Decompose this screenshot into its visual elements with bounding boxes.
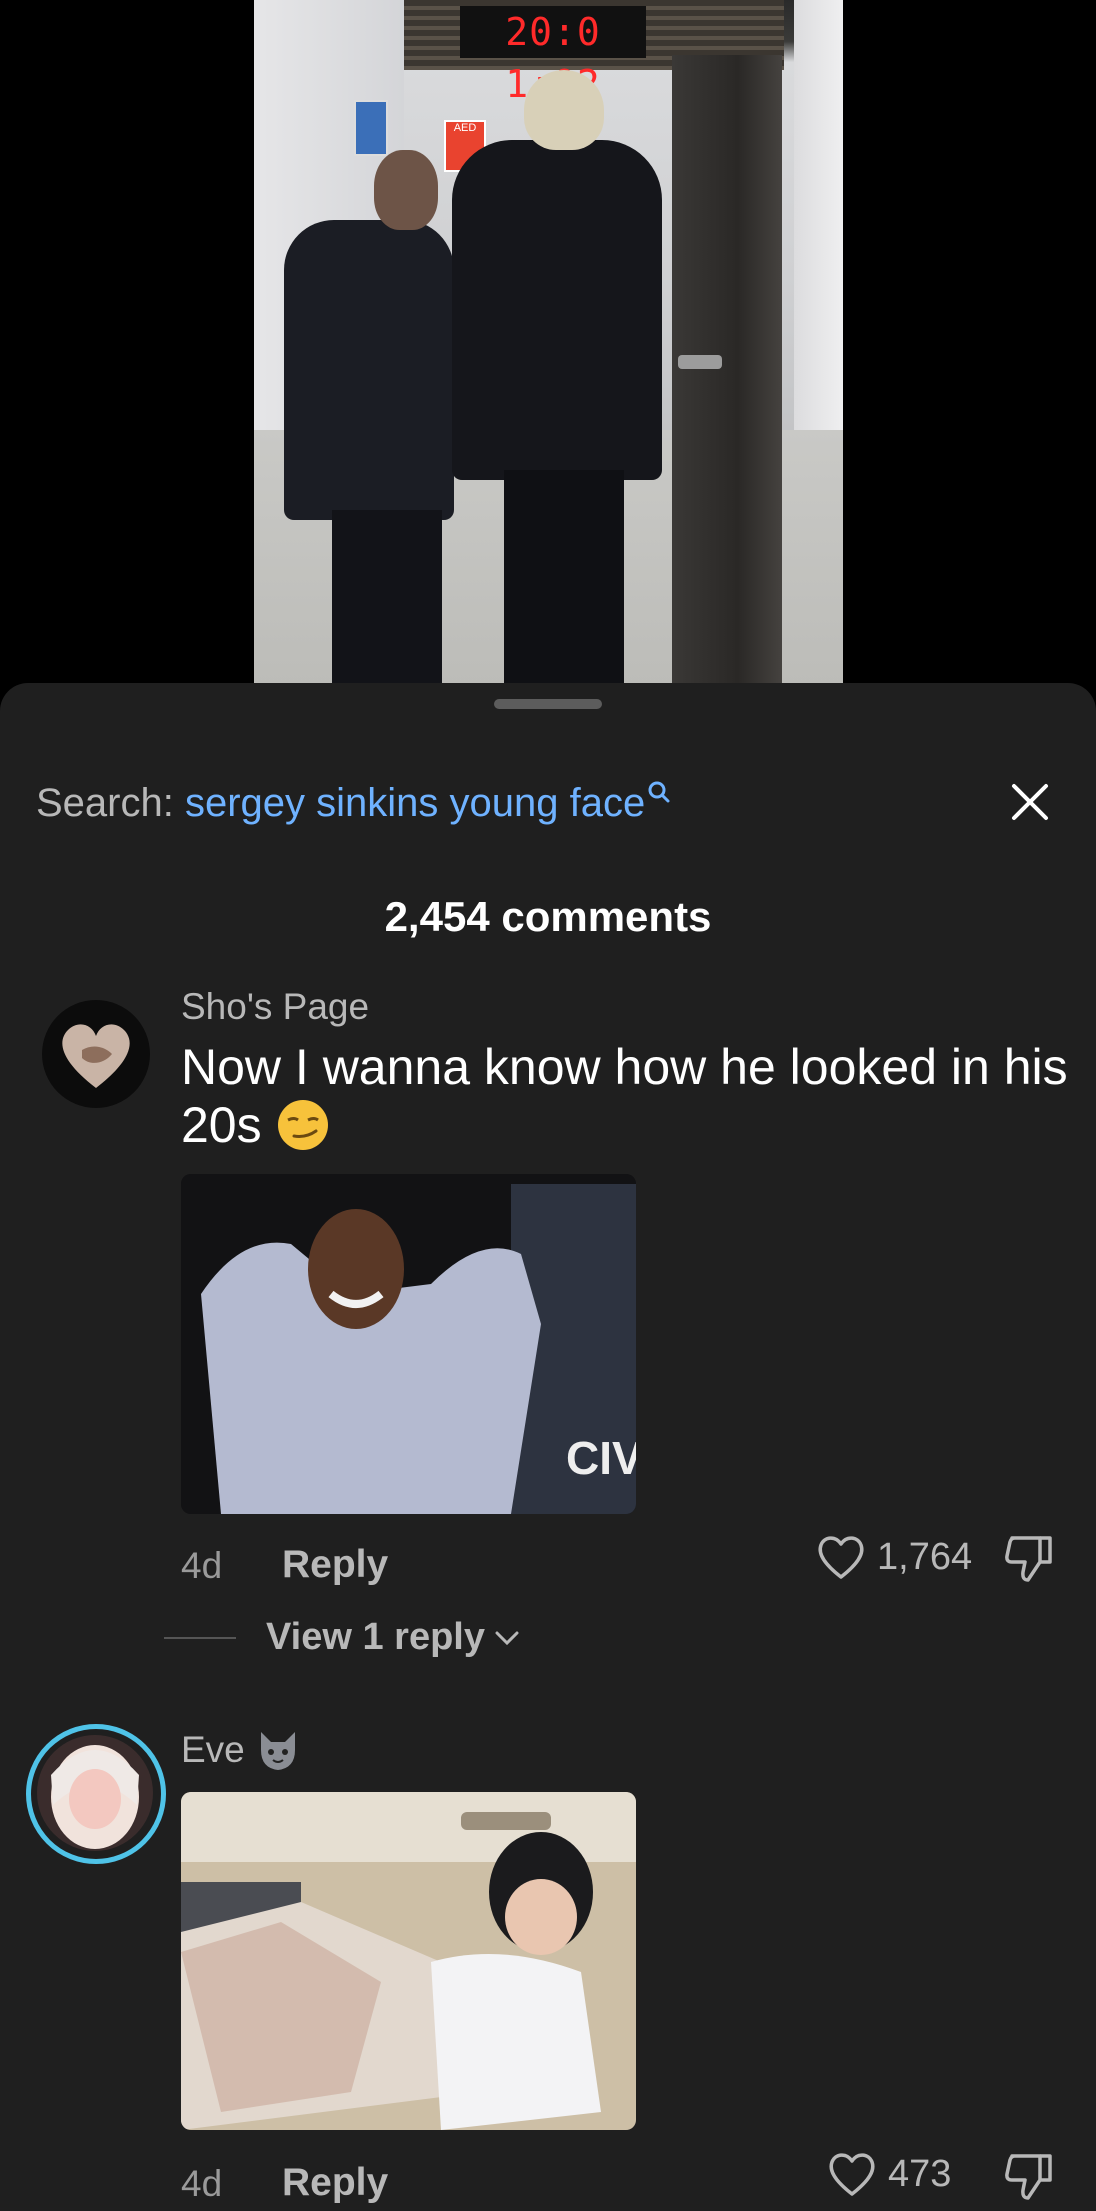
search-term-link[interactable]: sergey sinkins young face <box>185 781 645 825</box>
comment-author: Eve <box>181 1729 245 1770</box>
comments-count-title: 2,454 comments <box>384 893 712 940</box>
avatar-image <box>37 1735 153 1851</box>
person-left-legs <box>332 510 442 690</box>
comment-age: 4d <box>181 2163 223 2204</box>
gif-image <box>181 1792 636 2130</box>
comment-text: Now I wanna know how he looked in his 20… <box>181 1038 1081 1154</box>
comment-gif[interactable] <box>181 1792 636 2130</box>
person-right-head <box>524 70 604 150</box>
close-icon[interactable] <box>1004 776 1056 828</box>
thumbs-down-icon[interactable] <box>1002 2148 1058 2204</box>
smirk-emoji-icon <box>277 1100 328 1150</box>
video-door-handle <box>678 355 722 369</box>
comment-author-row[interactable]: Eve <box>181 1728 301 1772</box>
search-prefix: Search: <box>36 781 174 825</box>
reply-button[interactable]: Reply <box>282 2161 388 2205</box>
video-door <box>672 55 782 685</box>
like-count: 1,764 <box>877 1535 973 1578</box>
video-player[interactable]: AED 20:0 1:02 <box>254 0 843 690</box>
person-left-head <box>374 150 438 230</box>
comment-avatar-shos-page[interactable] <box>42 1000 150 1108</box>
sheet-drag-handle[interactable] <box>494 699 602 709</box>
wolf-emoji-icon <box>260 1732 295 1770</box>
like-button[interactable]: 1,764 <box>815 1529 972 1585</box>
like-count: 473 <box>888 2152 952 2195</box>
person-right-body <box>452 140 662 480</box>
heart-icon <box>818 1536 864 1579</box>
comment-avatar-eve[interactable] <box>26 1724 166 1864</box>
view-replies-button[interactable]: View 1 reply <box>164 1616 521 1659</box>
video-wall-sign <box>354 100 388 156</box>
replies-divider-line <box>164 1636 236 1639</box>
reply-button[interactable]: Reply <box>282 1543 388 1587</box>
gif-image: CIV <box>181 1174 636 1514</box>
person-right-legs <box>504 470 624 690</box>
avatar-heart-image <box>62 1024 130 1088</box>
comment-gif[interactable]: CIV <box>181 1174 636 1514</box>
comment-author[interactable]: Sho's Page <box>181 986 369 1028</box>
gif-caption: CIV <box>566 1432 636 1484</box>
video-person-left <box>254 150 464 690</box>
comment-age: 4d <box>181 1545 223 1586</box>
like-button[interactable]: 473 <box>826 2146 951 2202</box>
view-replies-label: View 1 reply <box>266 1616 485 1658</box>
heart-icon <box>829 2153 875 2196</box>
person-left-body <box>284 220 454 520</box>
search-suggestion[interactable]: Search: sergey sinkins young face <box>36 778 675 828</box>
video-person-right <box>434 70 664 690</box>
video-wall-clock: 20:0 1:02 <box>460 6 646 106</box>
search-icon <box>648 781 670 803</box>
chevron-down-icon <box>495 1631 519 1645</box>
thumbs-down-icon[interactable] <box>1002 1530 1058 1586</box>
